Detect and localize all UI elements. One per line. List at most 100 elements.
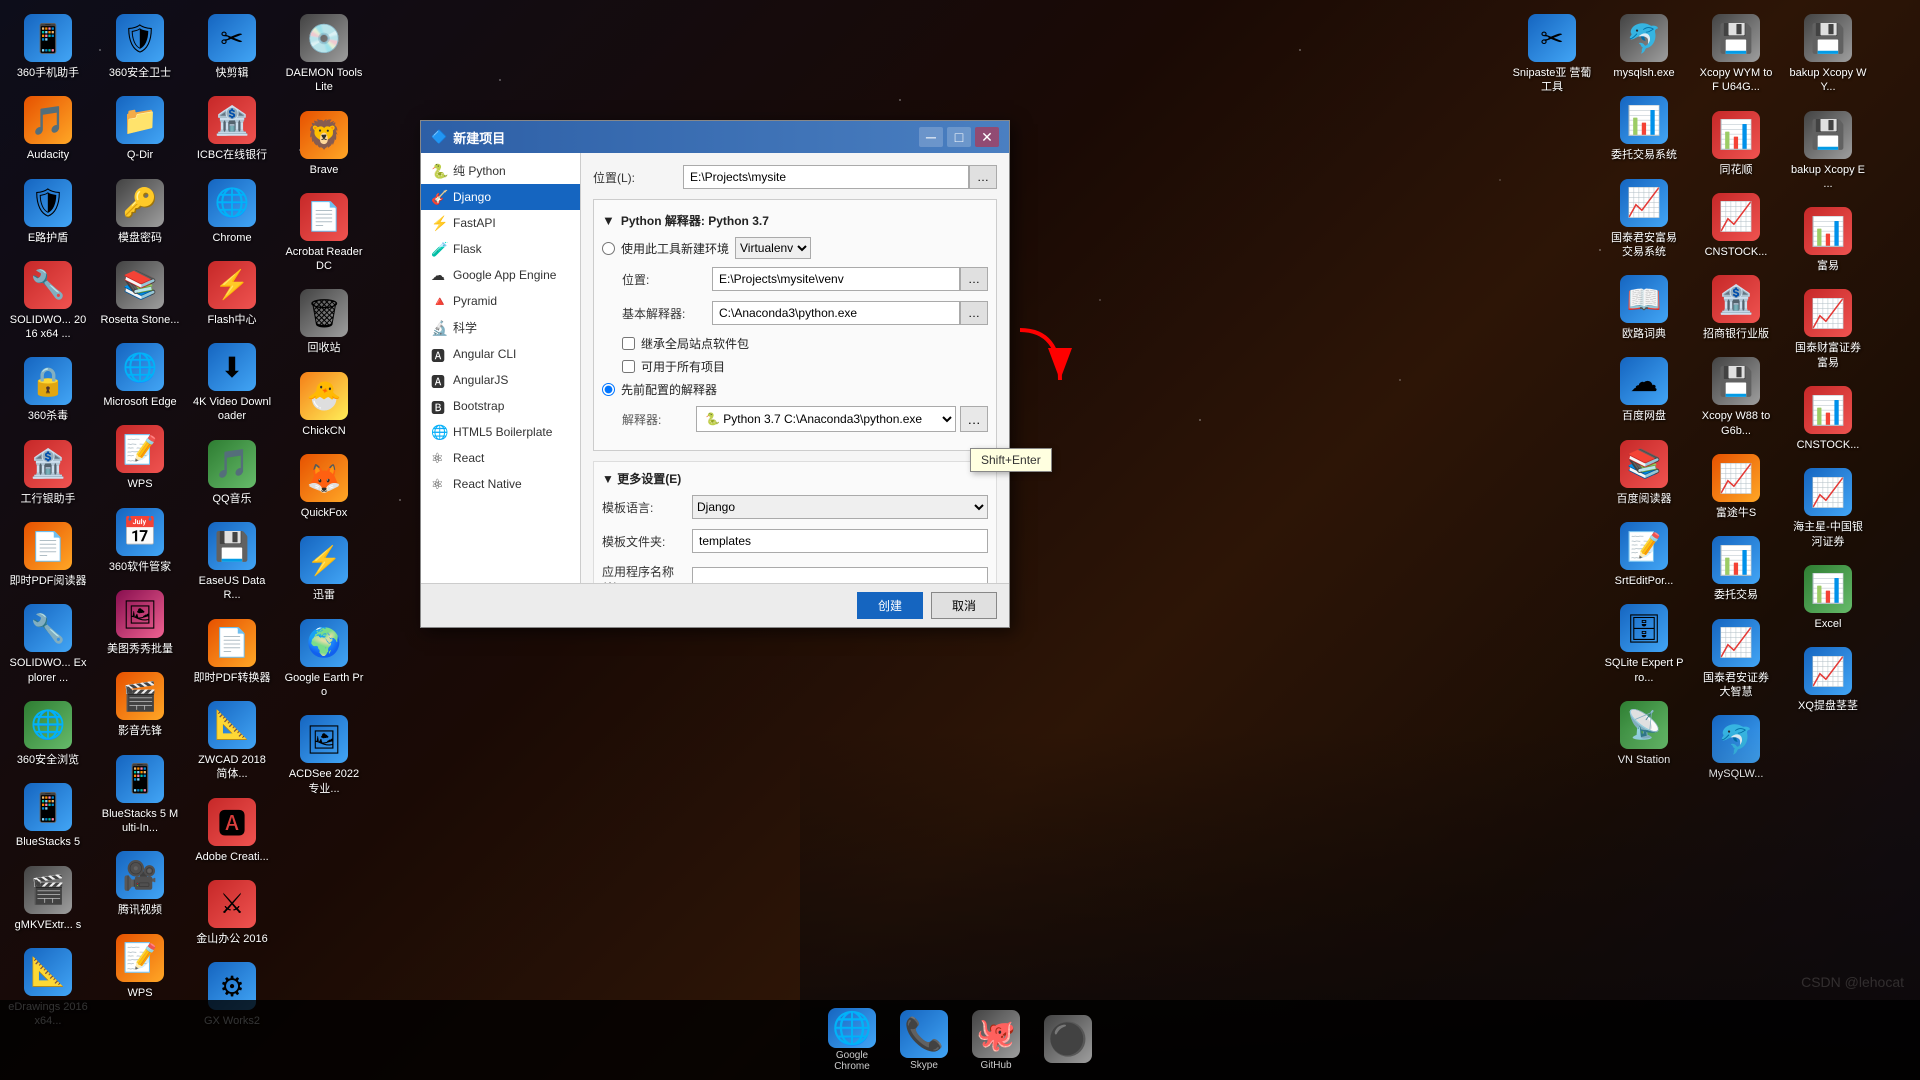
sidebar-label-bootstrap: Bootstrap — [453, 399, 504, 413]
more-settings-header[interactable]: ▼ 更多设置(E) — [602, 470, 988, 487]
location-row: 位置(L): … — [593, 165, 997, 189]
preconfigured-label: 先前配置的解释器 — [621, 381, 717, 398]
env-location-browse-button[interactable]: … — [960, 267, 988, 291]
template-dir-input[interactable] — [692, 529, 988, 553]
sidebar-icon-django: 🎸 — [431, 189, 447, 205]
sidebar-icon-bootstrap: 🅱 — [431, 398, 447, 414]
use-tool-env-radio-row: 使用此工具新建环境 Virtualenv — [602, 237, 988, 259]
use-tool-env-label: 使用此工具新建环境 — [621, 240, 729, 257]
python-section-header[interactable]: ▼ Python 解释器: Python 3.7 — [602, 212, 988, 229]
sidebar-label-science: 科学 — [453, 319, 477, 336]
location-label: 位置(L): — [593, 169, 683, 186]
shortcut-tooltip: Shift+Enter — [970, 448, 1052, 472]
sidebar-label-google-app-engine: Google App Engine — [453, 268, 556, 282]
more-settings-title: ▼ 更多设置(E) — [602, 470, 681, 487]
sidebar-label-django: Django — [453, 190, 491, 204]
dialog-main-content: 位置(L): … ▼ Python 解释器: Python 3.7 — [581, 153, 1009, 583]
location-input[interactable] — [683, 165, 969, 189]
sidebar-item-science[interactable]: 🔬 科学 — [421, 314, 580, 341]
base-interp-input[interactable] — [712, 301, 960, 325]
sidebar-icon-angular-cli: 🅰 — [431, 346, 447, 362]
sidebar-item-angular-cli[interactable]: 🅰 Angular CLI — [421, 341, 580, 367]
app-name-row: 应用程序名称(A): — [602, 563, 988, 583]
env-location-row: 位置: … — [622, 267, 988, 291]
available-all-label: 可用于所有项目 — [641, 358, 725, 375]
template-dir-row: 模板文件夹: — [602, 529, 988, 553]
dialog-controls: ─ □ ✕ — [919, 127, 999, 147]
sidebar-icon-fastapi: ⚡ — [431, 215, 447, 231]
sidebar-icon-react-native: ⚛ — [431, 476, 447, 492]
env-location-label: 位置: — [622, 271, 712, 288]
template-lang-label: 模板语言: — [602, 499, 692, 516]
interpreter-dropdown[interactable]: 🐍 Python 3.7 C:\Anaconda3\python.exe — [696, 406, 956, 432]
more-settings-section: ▼ 更多设置(E) 模板语言: Django 模板文件夹: — [593, 461, 997, 583]
inherit-global-checkbox[interactable] — [622, 337, 635, 350]
python-interpreter-section: ▼ Python 解释器: Python 3.7 使用此工具新建环境 Virtu… — [593, 199, 997, 451]
sidebar-label-angularjs: AngularJS — [453, 373, 508, 387]
sidebar-item-pyramid[interactable]: 🔺 Pyramid — [421, 288, 580, 314]
app-name-input[interactable] — [692, 567, 988, 584]
sidebar-label-html5-boilerplate: HTML5 Boilerplate — [453, 425, 552, 439]
dialog-overlay: 🔷 新建项目 ─ □ ✕ 🐍 纯 Python 🎸 Django ⚡ FastA… — [0, 0, 1920, 1080]
minimize-button[interactable]: ─ — [919, 127, 943, 147]
close-button[interactable]: ✕ — [975, 127, 999, 147]
cancel-button[interactable]: 取消 — [931, 592, 997, 619]
sidebar-item-fastapi[interactable]: ⚡ FastAPI — [421, 210, 580, 236]
sidebar-item-django[interactable]: 🎸 Django — [421, 184, 580, 210]
create-button[interactable]: 创建 — [857, 592, 923, 619]
maximize-button[interactable]: □ — [947, 127, 971, 147]
python-section-title: Python 解释器: Python 3.7 — [621, 212, 769, 229]
collapse-arrow: ▼ — [602, 213, 615, 228]
desktop: 📱 360手机助手 🎵 Audacity 🛡 E路护盾 🔧 SOLIDWO...… — [0, 0, 1920, 1080]
inherit-global-check-row: 继承全局站点软件包 — [622, 335, 988, 352]
sidebar-label-pyramid: Pyramid — [453, 294, 497, 308]
red-arrow-indicator — [1000, 320, 1080, 405]
base-interp-label: 基本解释器: — [622, 305, 712, 322]
sidebar-icon-angularjs: 🅰 — [431, 372, 447, 388]
dialog-icon: 🔷 — [431, 129, 447, 145]
sidebar-item-angularjs[interactable]: 🅰 AngularJS — [421, 367, 580, 393]
available-all-projects-row: 可用于所有项目 — [622, 358, 988, 375]
sidebar-item-html5-boilerplate[interactable]: 🌐 HTML5 Boilerplate — [421, 419, 580, 445]
dialog-footer: 创建 取消 — [421, 583, 1009, 627]
interpreter-browse-button[interactable]: … — [960, 406, 988, 432]
template-lang-dropdown[interactable]: Django — [692, 495, 988, 519]
dialog-titlebar: 🔷 新建项目 ─ □ ✕ — [421, 121, 1009, 153]
env-location-input[interactable] — [712, 267, 960, 291]
use-tool-env-radio[interactable] — [602, 242, 615, 255]
location-browse-button[interactable]: … — [969, 165, 997, 189]
sidebar-label-react-native: React Native — [453, 477, 522, 491]
interpreter-label: 解释器: — [622, 411, 692, 428]
sidebar-icon-google-app-engine: ☁ — [431, 267, 447, 283]
dialog-body: 🐍 纯 Python 🎸 Django ⚡ FastAPI 🧪 Flask ☁ … — [421, 153, 1009, 583]
inherit-global-label: 继承全局站点软件包 — [641, 335, 749, 352]
project-type-sidebar: 🐍 纯 Python 🎸 Django ⚡ FastAPI 🧪 Flask ☁ … — [421, 153, 581, 583]
base-interp-row: 基本解释器: … — [622, 301, 988, 325]
sidebar-icon-science: 🔬 — [431, 320, 447, 336]
preconfigured-radio[interactable] — [602, 383, 615, 396]
sidebar-label-angular-cli: Angular CLI — [453, 347, 516, 361]
sidebar-item-flask[interactable]: 🧪 Flask — [421, 236, 580, 262]
sidebar-item-react-native[interactable]: ⚛ React Native — [421, 471, 580, 497]
tool-env-dropdown[interactable]: Virtualenv — [735, 237, 811, 259]
dialog-title: 新建项目 — [453, 128, 505, 147]
sidebar-icon-pure-python: 🐍 — [431, 163, 447, 179]
base-interp-browse-button[interactable]: … — [960, 301, 988, 325]
sidebar-item-react[interactable]: ⚛ React — [421, 445, 580, 471]
sidebar-label-flask: Flask — [453, 242, 482, 256]
sidebar-item-pure-python[interactable]: 🐍 纯 Python — [421, 157, 580, 184]
sidebar-label-fastapi: FastAPI — [453, 216, 496, 230]
sidebar-label-react: React — [453, 451, 484, 465]
sidebar-item-google-app-engine[interactable]: ☁ Google App Engine — [421, 262, 580, 288]
new-project-dialog: 🔷 新建项目 ─ □ ✕ 🐍 纯 Python 🎸 Django ⚡ FastA… — [420, 120, 1010, 628]
sidebar-icon-pyramid: 🔺 — [431, 293, 447, 309]
template-lang-row: 模板语言: Django — [602, 495, 988, 519]
sidebar-icon-flask: 🧪 — [431, 241, 447, 257]
app-name-label: 应用程序名称(A): — [602, 563, 692, 583]
sidebar-item-bootstrap[interactable]: 🅱 Bootstrap — [421, 393, 580, 419]
template-dir-label: 模板文件夹: — [602, 533, 692, 550]
interpreter-row: 解释器: 🐍 Python 3.7 C:\Anaconda3\python.ex… — [622, 406, 988, 432]
sidebar-icon-react: ⚛ — [431, 450, 447, 466]
preconfigured-radio-row: 先前配置的解释器 — [602, 381, 988, 398]
available-all-checkbox[interactable] — [622, 360, 635, 373]
